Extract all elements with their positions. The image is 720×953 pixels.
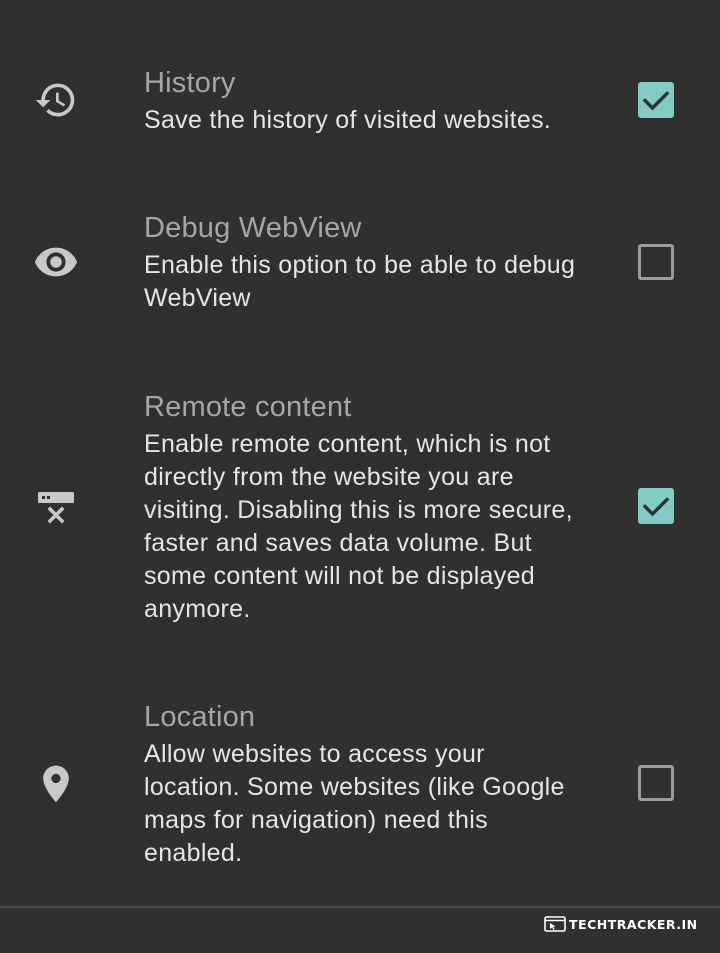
setting-title: History [144,67,236,99]
watermark-text: TECHTRACKER.IN [569,916,698,932]
setting-row-remote-content[interactable]: Remote content Enable remote content, wh… [0,384,720,634]
setting-row-history[interactable]: History Save the history of visited webs… [0,60,720,150]
check-icon [642,91,670,111]
setting-row-location[interactable]: Location Allow websites to access your l… [0,694,720,884]
setting-summary: Allow websites to access your location. … [144,740,565,867]
setting-summary: Enable this option to be able to debug W… [144,251,576,312]
eye-icon [32,238,80,286]
location-pin-icon [32,760,80,808]
setting-summary: Save the history of visited websites. [144,106,552,134]
check-icon [642,497,670,517]
setting-title: Remote content [144,391,352,423]
history-icon [32,76,80,124]
setting-title: Debug WebView [144,212,362,244]
setting-row-debug-webview[interactable]: Debug WebView Enable this option to be a… [0,205,720,325]
watermark: TECHTRACKER.IN [544,913,698,935]
location-checkbox[interactable] [638,765,674,801]
bottom-divider [0,906,720,908]
browser-window-icon [544,916,566,932]
remote-content-checkbox[interactable] [638,488,674,524]
history-checkbox[interactable] [638,82,674,118]
setting-title: Location [144,701,256,733]
debug-webview-checkbox[interactable] [638,244,674,280]
remote-content-blocked-icon [32,482,80,530]
setting-summary: Enable remote content, which is not dire… [144,430,573,623]
